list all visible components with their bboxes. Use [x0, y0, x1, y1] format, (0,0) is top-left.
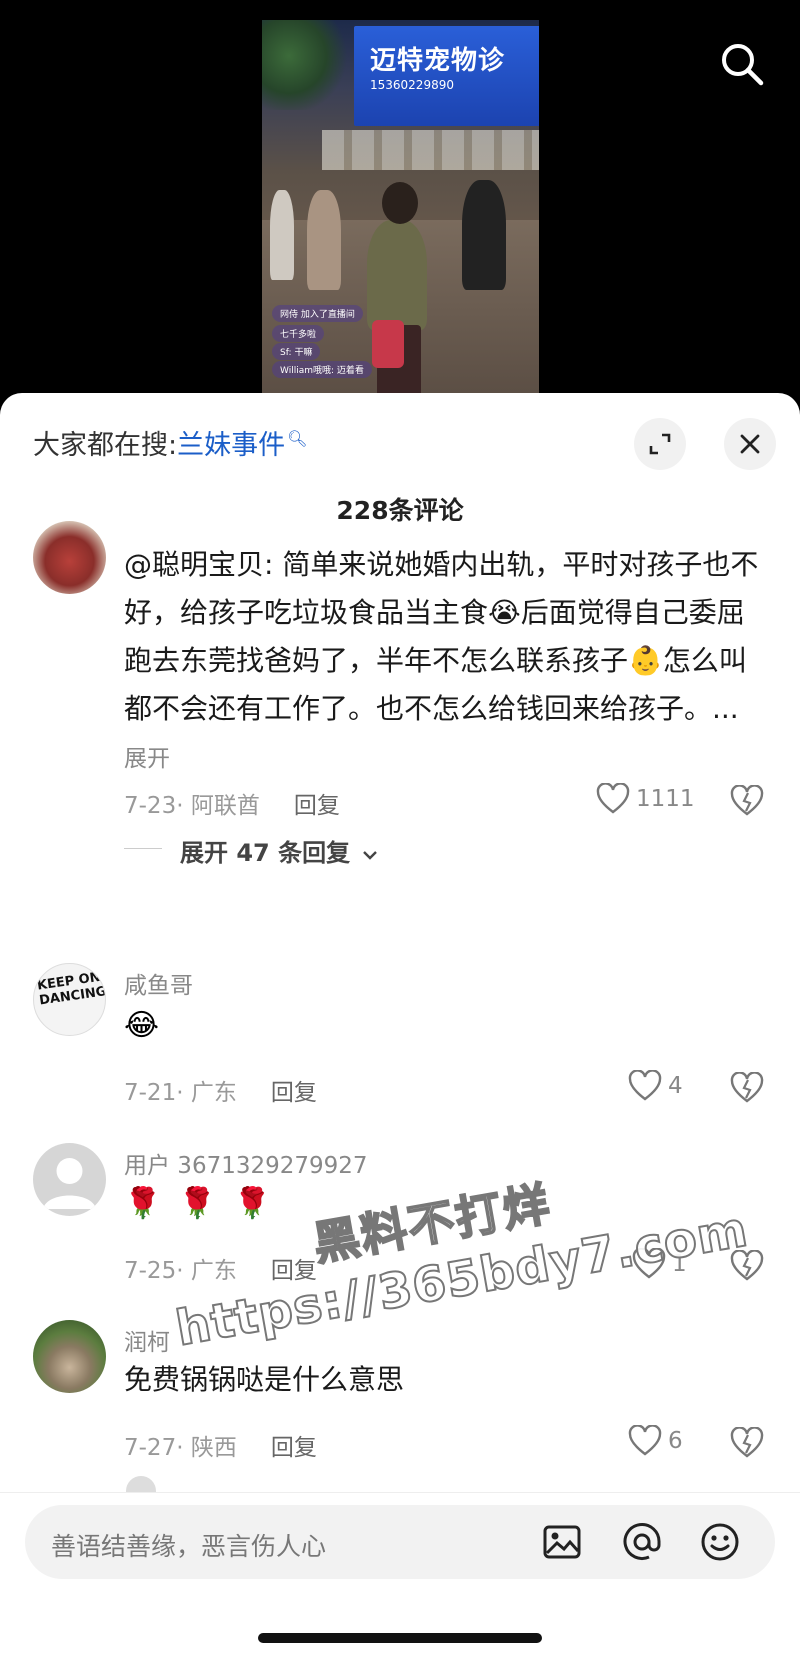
comment-body: @聪明宝贝: 简单来说她婚内出轨，平时对孩子也不好，给孩子吃垃圾食品当主食😭后面…	[124, 548, 759, 725]
expand-button[interactable]	[634, 418, 686, 470]
live-overlay-line: William哦哦: 迈着看	[272, 361, 372, 378]
video-tree	[262, 20, 352, 110]
at-icon[interactable]	[621, 1521, 663, 1563]
comment-date-location: 7-25· 广东	[124, 1258, 237, 1284]
comment-date-location: 7-27· 陕西	[124, 1435, 237, 1461]
emoji-icon[interactable]	[699, 1521, 741, 1563]
comment-sheet: 大家都在搜:兰妹事件 🔍︎ 228条评论 @聪明宝贝: 简单来说她婚内出轨，平时对…	[0, 393, 800, 1656]
comment-meta: 7-21· 广东 回复	[124, 1073, 317, 1107]
comment-date-location: 7-23· 阿联酋	[124, 793, 260, 819]
video-woman-head	[382, 182, 418, 224]
video-woman	[367, 220, 427, 330]
avatar[interactable]: KEEP ON DANCING	[33, 963, 106, 1036]
comment-meta: 7-25· 广东 回复	[124, 1251, 317, 1285]
heart-icon	[628, 1425, 662, 1456]
like-button[interactable]: 4	[628, 1070, 683, 1102]
video-bystander	[462, 180, 506, 290]
live-overlay-line: 七千多啦	[272, 325, 325, 342]
dislike-icon[interactable]	[730, 785, 764, 817]
dislike-icon[interactable]	[730, 1250, 764, 1282]
dislike-icon[interactable]	[730, 1072, 764, 1104]
trending-search-term[interactable]: 兰妹事件	[177, 430, 285, 461]
like-count: 1111	[636, 786, 695, 812]
comment-input-bar: 善语结善缘，恶言伤人心	[0, 1492, 800, 1656]
video-thumbnail[interactable]: 迈特宠物诊 15360229890 网侍 加入了直播间 七千多啦 Sf: 干嘛 …	[262, 20, 539, 398]
comment-item: @聪明宝贝: 简单来说她婚内出轨，平时对孩子也不好，给孩子吃垃圾食品当主食😭后面…	[0, 521, 800, 893]
comment-meta: 7-27· 陕西 回复	[124, 1428, 317, 1462]
reply-button[interactable]: 回复	[271, 1435, 317, 1461]
comment-input-placeholder: 善语结善缘，恶言伤人心	[51, 1532, 327, 1561]
video-shop-lights	[322, 130, 539, 170]
dislike-icon[interactable]	[730, 1427, 764, 1459]
video-bystander	[270, 190, 294, 280]
video-red-bag	[372, 320, 404, 368]
reply-button[interactable]: 回复	[271, 1258, 317, 1284]
heart-icon	[632, 1248, 666, 1279]
like-button[interactable]: 1111	[596, 783, 695, 815]
search-icon[interactable]	[719, 41, 765, 87]
comment-text: 免费锅锅哒是什么意思	[124, 1363, 405, 1396]
live-overlay-line: Sf: 干嘛	[272, 343, 321, 360]
default-avatar-icon	[43, 1158, 96, 1209]
avatar[interactable]	[33, 1320, 106, 1393]
reply-button[interactable]: 回复	[271, 1080, 317, 1106]
image-icon[interactable]	[541, 1521, 583, 1563]
comment-text: 🌹 🌹 🌹	[124, 1186, 276, 1221]
trending-search[interactable]: 大家都在搜:兰妹事件 🔍︎	[33, 423, 307, 462]
comment-username[interactable]: 润柯	[124, 1323, 170, 1357]
video-sign-title: 迈特宠物诊	[370, 46, 506, 76]
like-button[interactable]: 6	[628, 1425, 683, 1457]
live-overlay-line: 网侍 加入了直播间	[272, 305, 363, 322]
avatar[interactable]	[33, 1143, 106, 1216]
avatar[interactable]	[33, 521, 106, 594]
comment-input[interactable]: 善语结善缘，恶言伤人心	[25, 1505, 775, 1579]
like-count: 6	[668, 1428, 683, 1454]
comment-date-location: 7-21· 广东	[124, 1080, 237, 1106]
home-indicator[interactable]	[258, 1633, 542, 1643]
trending-search-prefix: 大家都在搜:	[33, 430, 178, 461]
avatar-text: KEEP ON DANCING	[36, 969, 106, 1009]
reply-button[interactable]: 回复	[294, 793, 340, 819]
video-bystander	[307, 190, 341, 290]
comment-count: 228条评论	[336, 496, 464, 525]
heart-icon	[628, 1070, 662, 1101]
comment-text: @聪明宝贝: 简单来说她婚内出轨，平时对孩子也不好，给孩子吃垃圾食品当主食😭后面…	[124, 541, 764, 783]
comment-text: 😂	[124, 1008, 160, 1043]
small-search-icon: 🔍︎	[287, 429, 308, 448]
heart-icon	[596, 783, 630, 814]
expand-replies-label: 展开 47 条回复	[180, 839, 351, 867]
comment-item: KEEP ON DANCING 咸鱼哥 😂 7-21· 广东 回复 4	[0, 963, 800, 1106]
show-more-link[interactable]: 展开	[124, 746, 170, 772]
comment-meta: 7-23· 阿联酋 回复	[124, 786, 340, 820]
divider	[124, 848, 162, 849]
comment-item: 用户 3671329279927 🌹 🌹 🌹 7-25· 广东 回复 1	[0, 1143, 800, 1284]
chevron-down-icon	[363, 851, 378, 860]
close-icon	[740, 434, 760, 454]
like-count: 1	[672, 1251, 687, 1277]
expand-icon	[649, 433, 671, 455]
comment-username[interactable]: 咸鱼哥	[124, 966, 193, 1000]
like-button[interactable]: 1	[632, 1248, 687, 1280]
close-button[interactable]	[724, 418, 776, 470]
like-count: 4	[668, 1073, 683, 1099]
sheet-header: 大家都在搜:兰妹事件 🔍︎ 228条评论	[0, 393, 800, 543]
video-sign-phone: 15360229890	[370, 78, 454, 92]
comment-username[interactable]: 用户 3671329279927	[124, 1146, 368, 1180]
video-area[interactable]: 迈特宠物诊 15360229890 网侍 加入了直播间 七千多啦 Sf: 干嘛 …	[0, 0, 800, 410]
comment-item: 润柯 免费锅锅哒是什么意思 7-27· 陕西 回复 6	[0, 1320, 800, 1461]
expand-replies-button[interactable]: 展开 47 条回复	[180, 833, 378, 868]
